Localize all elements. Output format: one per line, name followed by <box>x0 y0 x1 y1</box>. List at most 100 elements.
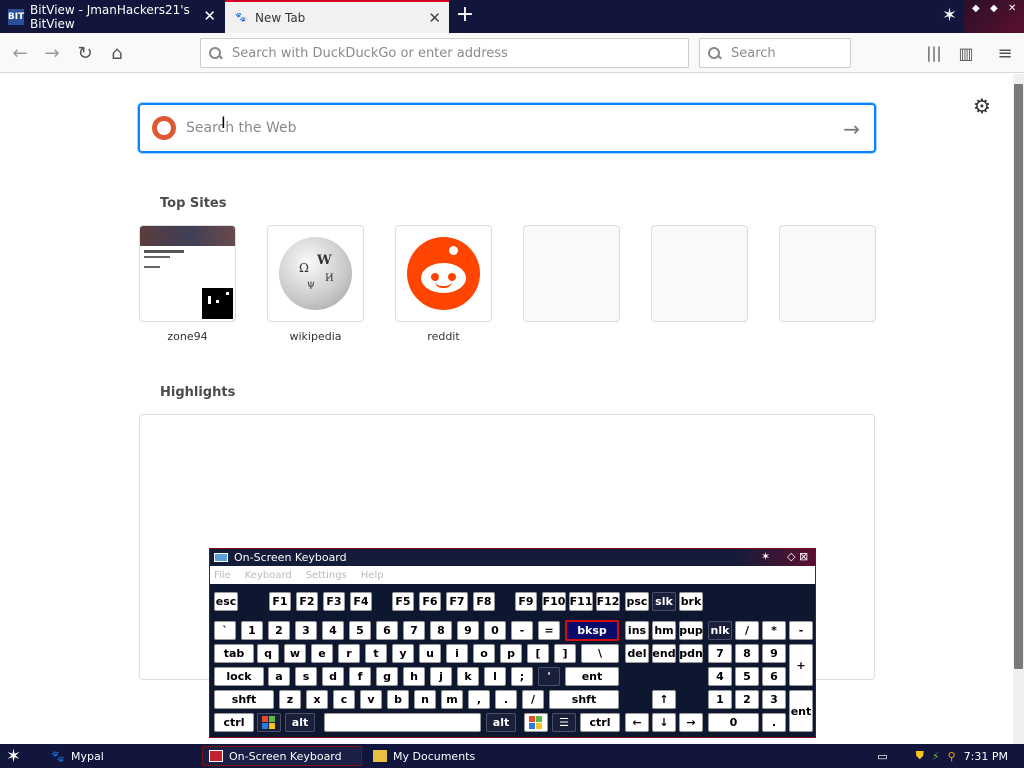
home-button[interactable]: ⌂ <box>103 39 131 67</box>
key-0[interactable]: 0 <box>484 621 506 640</box>
web-search-input[interactable]: Search the Web → <box>138 103 876 153</box>
key-np4[interactable]: 4 <box>708 667 732 686</box>
key-f3[interactable]: F3 <box>323 592 345 611</box>
key-t[interactable]: t <box>365 644 387 663</box>
key-rbracket[interactable]: ] <box>554 644 576 663</box>
key-np-dot[interactable]: . <box>762 713 786 732</box>
key-h[interactable]: h <box>403 667 425 686</box>
key-f5[interactable]: F5 <box>392 592 414 611</box>
key-space[interactable] <box>324 713 481 732</box>
top-site-wikipedia[interactable]: Ω W И ψ wikipedia <box>267 225 364 343</box>
key-x[interactable]: x <box>306 690 328 709</box>
key-w[interactable]: w <box>284 644 306 663</box>
key-c[interactable]: c <box>333 690 355 709</box>
scrollbar-thumb[interactable] <box>1014 84 1023 669</box>
tab-bitview[interactable]: BIT BitView - JmanHackers21's BitView ✕ <box>0 0 224 33</box>
gear-icon[interactable]: ⚙ <box>973 94 991 118</box>
key-np6[interactable]: 6 <box>762 667 786 686</box>
keyboard-tray-icon[interactable]: ▭ <box>877 750 887 763</box>
key-np1[interactable]: 1 <box>708 690 732 709</box>
maximize-icon[interactable]: ◆ <box>990 3 998 14</box>
key-4[interactable]: 4 <box>322 621 344 640</box>
key-9[interactable]: 9 <box>457 621 479 640</box>
key-psc[interactable]: psc <box>625 592 649 611</box>
key-slk[interactable]: slk <box>652 592 676 611</box>
key-np-enter[interactable]: ent <box>789 690 813 732</box>
key-k[interactable]: k <box>457 667 479 686</box>
key-6[interactable]: 6 <box>376 621 398 640</box>
key-i[interactable]: i <box>446 644 468 663</box>
key-np-slash[interactable]: / <box>735 621 759 640</box>
search-bar[interactable]: Search <box>699 38 851 68</box>
key-f12[interactable]: F12 <box>596 592 620 611</box>
key-np8[interactable]: 8 <box>735 644 759 663</box>
library-icon[interactable]: ||| <box>920 39 948 67</box>
key-nlk[interactable]: nlk <box>708 621 732 640</box>
scrollbar[interactable] <box>1013 74 1024 744</box>
key-u[interactable]: u <box>419 644 441 663</box>
clock[interactable]: 7:31 PM <box>964 750 1008 763</box>
key-minus[interactable]: - <box>511 621 533 640</box>
key-1[interactable]: 1 <box>241 621 263 640</box>
close-icon[interactable]: ⊠ <box>799 550 808 563</box>
key-esc[interactable]: esc <box>214 592 238 611</box>
key-d[interactable]: d <box>322 667 344 686</box>
key-r[interactable]: r <box>338 644 360 663</box>
key-right-arrow[interactable]: → <box>679 713 703 732</box>
windows-logo-icon[interactable] <box>257 713 281 732</box>
close-tab-icon[interactable]: ✕ <box>203 9 216 24</box>
key-s[interactable]: s <box>295 667 317 686</box>
key-pdn[interactable]: pdn <box>679 644 703 663</box>
key-del[interactable]: del <box>625 644 649 663</box>
key-np-star[interactable]: * <box>762 621 786 640</box>
key-f11[interactable]: F11 <box>569 592 593 611</box>
key-right-shift[interactable]: shft <box>549 690 619 709</box>
network-icon[interactable]: ⚡ <box>932 750 940 763</box>
key-f9[interactable]: F9 <box>515 592 537 611</box>
key-backspace[interactable]: bksp <box>565 620 619 641</box>
key-equals[interactable]: = <box>538 621 560 640</box>
search-submit-arrow-icon[interactable]: → <box>843 117 860 141</box>
key-np-plus[interactable]: + <box>789 644 813 686</box>
key-5[interactable]: 5 <box>349 621 371 640</box>
key-semicolon[interactable]: ; <box>511 667 533 686</box>
key-backslash[interactable]: \ <box>581 644 619 663</box>
key-v[interactable]: v <box>360 690 382 709</box>
menu-keyboard[interactable]: Keyboard <box>245 570 292 581</box>
key-z[interactable]: z <box>279 690 301 709</box>
tab-new-tab[interactable]: 🐾 New Tab ✕ <box>225 0 449 33</box>
reload-button[interactable]: ↻ <box>71 39 99 67</box>
key-left-alt[interactable]: alt <box>285 713 315 732</box>
back-button[interactable]: ← <box>6 39 34 67</box>
key-f10[interactable]: F10 <box>542 592 566 611</box>
key-comma[interactable]: , <box>468 690 490 709</box>
menu-key-icon[interactable]: ☰ <box>552 713 576 732</box>
key-3[interactable]: 3 <box>295 621 317 640</box>
key-y[interactable]: y <box>392 644 414 663</box>
key-f2[interactable]: F2 <box>296 592 318 611</box>
key-m[interactable]: m <box>441 690 463 709</box>
key-7[interactable]: 7 <box>403 621 425 640</box>
key-f7[interactable]: F7 <box>446 592 468 611</box>
key-j[interactable]: j <box>430 667 452 686</box>
key-f[interactable]: f <box>349 667 371 686</box>
key-capslock[interactable]: lock <box>214 667 264 686</box>
key-brk[interactable]: brk <box>679 592 703 611</box>
key-pup[interactable]: pup <box>679 621 703 640</box>
key-ins[interactable]: ins <box>625 621 649 640</box>
menu-settings[interactable]: Settings <box>306 570 347 581</box>
taskbar-item-my-documents[interactable]: My Documents <box>366 746 526 766</box>
key-down-arrow[interactable]: ↓ <box>652 713 676 732</box>
key-f4[interactable]: F4 <box>350 592 372 611</box>
key-np5[interactable]: 5 <box>735 667 759 686</box>
minimize-icon[interactable]: ◆ <box>972 3 980 14</box>
key-8[interactable]: 8 <box>430 621 452 640</box>
restore-icon[interactable]: ◇ <box>787 550 795 563</box>
key-np7[interactable]: 7 <box>708 644 732 663</box>
key-n[interactable]: n <box>414 690 436 709</box>
key-right-ctrl[interactable]: ctrl <box>580 713 620 732</box>
key-l[interactable]: l <box>484 667 506 686</box>
key-up-arrow[interactable]: ↑ <box>652 690 676 709</box>
key-left-shift[interactable]: shft <box>214 690 274 709</box>
key-slash[interactable]: / <box>522 690 544 709</box>
